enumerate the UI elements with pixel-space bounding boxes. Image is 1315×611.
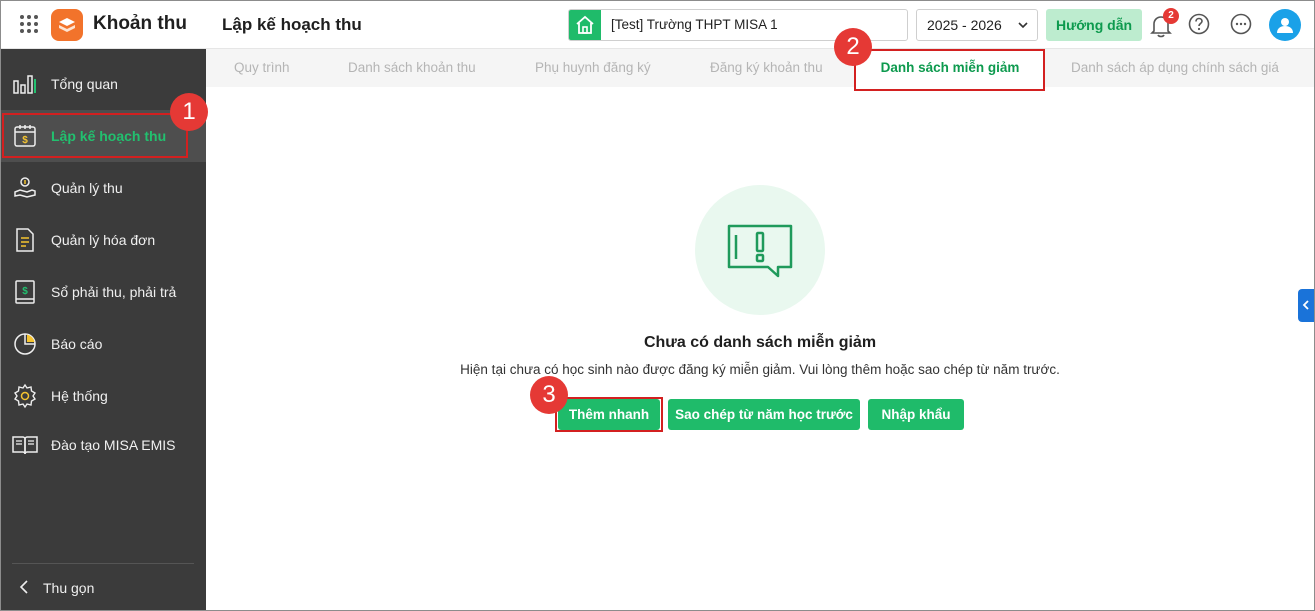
highlight-quick-add (555, 397, 663, 432)
expand-panel-handle[interactable] (1298, 289, 1315, 322)
sidebar-item-system[interactable]: Hệ thống (0, 370, 206, 422)
chevron-down-icon (1018, 22, 1028, 29)
app-logo-icon (51, 9, 83, 41)
tab-process[interactable]: Quy trình (234, 49, 290, 87)
highlight-tab-exemption (854, 49, 1045, 91)
hand-coin-icon (14, 177, 36, 198)
sidebar-item-reports[interactable]: Báo cáo (0, 318, 206, 370)
sidebar-item-ledger[interactable]: $ Sổ phải thu, phải trả (0, 266, 206, 318)
guide-button[interactable]: Hướng dẫn (1046, 9, 1142, 41)
help-icon[interactable] (1188, 13, 1210, 35)
year-value: 2025 - 2026 (927, 17, 1002, 33)
chevron-left-icon (1302, 300, 1309, 310)
collapse-sidebar-button[interactable]: Thu gọn (0, 569, 206, 609)
tab-fee-list[interactable]: Danh sách khoản thu (348, 49, 476, 87)
chart-bar-icon (13, 75, 36, 94)
collapse-label: Thu gọn (43, 580, 95, 596)
sidebar-item-label: Đào tạo MISA EMIS (51, 437, 176, 453)
sidebar-item-collect[interactable]: Quản lý thu (0, 162, 206, 214)
tab-fee-registration[interactable]: Đăng ký khoản thu (710, 49, 823, 87)
step-marker-1: 1 (170, 93, 208, 131)
import-button[interactable]: Nhập khẩu (868, 399, 964, 430)
svg-text:$: $ (22, 286, 28, 297)
step-marker-3: 3 (530, 376, 568, 414)
sidebar-divider (12, 563, 194, 564)
sidebar-item-label: Sổ phải thu, phải trả (51, 284, 177, 300)
step-marker-2: 2 (834, 28, 872, 66)
empty-state-illustration (695, 185, 825, 315)
tab-parent-registration[interactable]: Phụ huynh đăng ký (535, 49, 651, 87)
highlight-sidebar-plan (2, 113, 188, 158)
copy-previous-year-button[interactable]: Sao chép từ năm học trước (668, 399, 860, 430)
sidebar-item-label: Quản lý hóa đơn (51, 232, 156, 248)
top-header: Khoản thu Lập kế hoạch thu [Test] Trường… (0, 0, 1315, 49)
document-icon (16, 228, 34, 252)
sidebar-item-label: Quản lý thu (51, 180, 123, 196)
sidebar-item-label: Tổng quan (51, 76, 118, 92)
sidebar-item-label: Hệ thống (51, 388, 108, 404)
more-options-icon[interactable] (1230, 13, 1252, 35)
avatar[interactable] (1269, 9, 1301, 41)
book-open-icon (12, 436, 38, 455)
empty-state-description: Hiện tại chưa có học sinh nào được đăng … (460, 362, 1060, 377)
alert-message-icon (727, 224, 793, 278)
tab-price-policy-list[interactable]: Danh sách áp dụng chính sách giá (1071, 49, 1279, 87)
notification-badge: 2 (1163, 8, 1179, 24)
apps-grid-icon[interactable] (20, 15, 38, 33)
gear-icon (14, 383, 36, 409)
sidebar-item-label: Báo cáo (51, 336, 103, 352)
pie-chart-icon (14, 333, 36, 355)
home-icon (569, 10, 601, 40)
app-title: Khoản thu (93, 13, 187, 34)
school-name: [Test] Trường THPT MISA 1 (611, 17, 778, 32)
sidebar-item-invoices[interactable]: Quản lý hóa đơn (0, 214, 206, 266)
page-title: Lập kế hoạch thu (222, 15, 362, 34)
sidebar-item-training[interactable]: Đào tạo MISA EMIS (0, 419, 206, 471)
year-select[interactable]: 2025 - 2026 (916, 9, 1038, 41)
empty-state-title: Chưa có danh sách miễn giảm (643, 334, 877, 351)
tab-bar: Quy trình Danh sách khoản thu Phụ huynh … (206, 49, 1315, 87)
ledger-icon: $ (15, 280, 35, 304)
chevron-left-icon (19, 580, 28, 594)
